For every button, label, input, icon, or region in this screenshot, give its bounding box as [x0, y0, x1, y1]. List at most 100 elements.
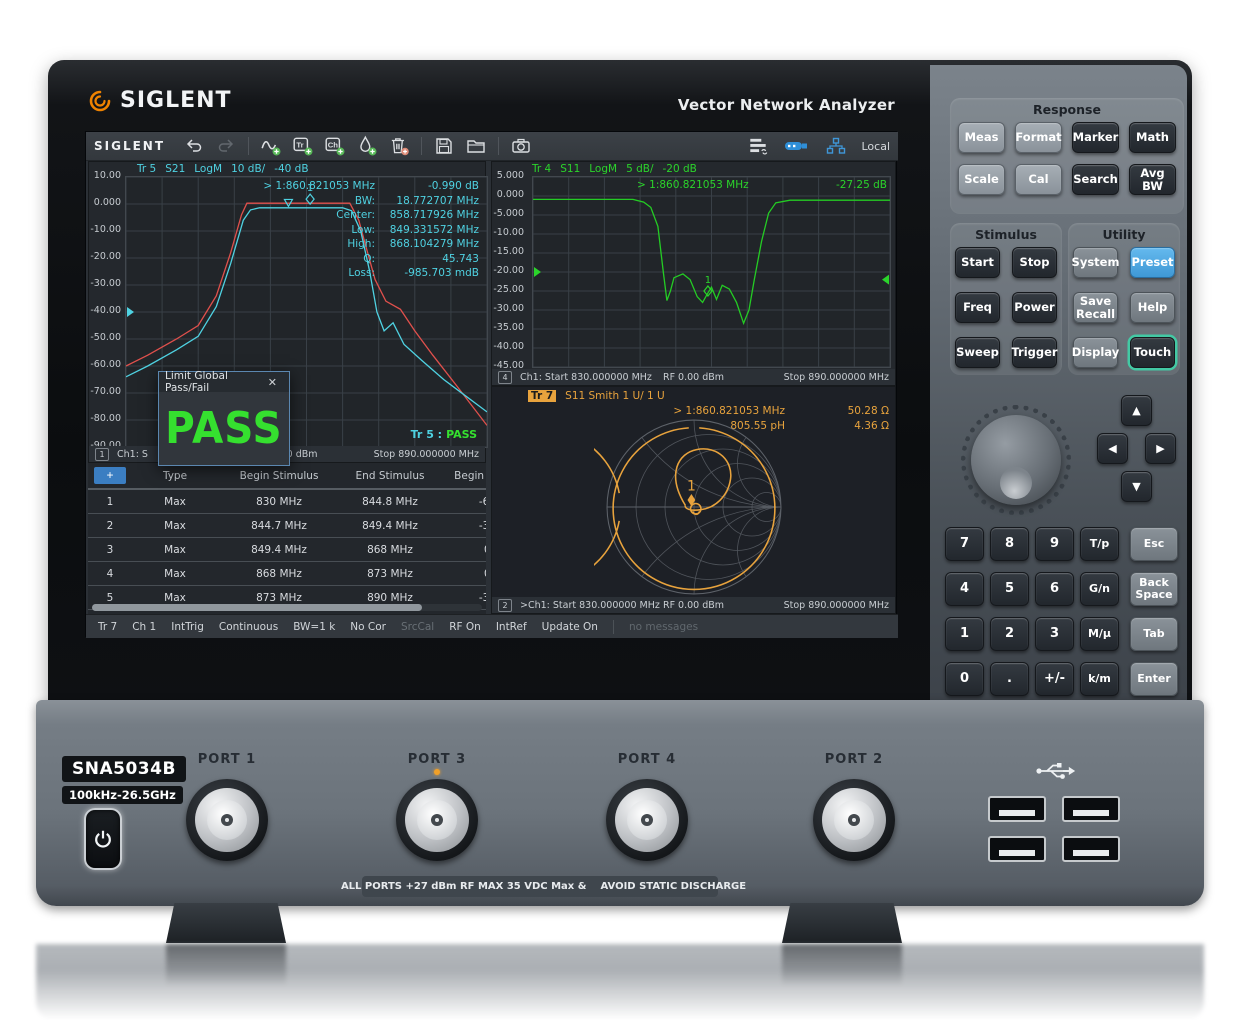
status-item: IntRef — [496, 621, 527, 633]
rf-power-label: RF 0.00 dBm — [663, 600, 724, 611]
save-icon[interactable] — [431, 134, 457, 158]
horizontal-scrollbar[interactable] — [92, 604, 482, 611]
utility-group: UtilitySystemPresetSave RecallHelpDispla… — [1068, 223, 1180, 375]
chart-s11-logmag[interactable]: Tr 4 S11 LogM 5 dB/ -20 dB 5.0000.000-5.… — [491, 161, 896, 386]
numpad-key--[interactable]: +/- — [1035, 662, 1074, 696]
arrow-down-key[interactable]: ▼ — [1121, 471, 1152, 502]
key-freq[interactable]: Freq — [955, 292, 1000, 323]
passfail-result: PASS — [165, 403, 282, 454]
table-row[interactable]: 2Max844.7 MHz849.4 MHz-30 dB — [88, 514, 486, 538]
key-sweep[interactable]: Sweep — [955, 337, 1000, 368]
key-tab[interactable]: Tab — [1130, 617, 1178, 651]
key-marker[interactable]: Marker — [1072, 122, 1119, 153]
numpad-key-1[interactable]: 1 — [945, 617, 984, 651]
status-items: Tr 7Ch 1IntTrigContinuousBW=1 kNo CorSrc… — [98, 621, 598, 633]
table-cell: -60 dB — [440, 496, 486, 508]
numpad-key-t-p[interactable]: T/p — [1080, 527, 1119, 561]
table-cell: Max — [132, 520, 218, 532]
front-panel: SNA5034B 100kHz-26.5GHz PORT 1PORT 3PORT… — [36, 700, 1204, 906]
numpad-key-3[interactable]: 3 — [1035, 617, 1074, 651]
numpad-key-2[interactable]: 2 — [990, 617, 1029, 651]
key-avg-bw[interactable]: Avg BW — [1129, 164, 1176, 195]
key-math[interactable]: Math — [1129, 122, 1176, 153]
table-row[interactable]: 1Max830 MHz844.8 MHz-60 dB — [88, 490, 486, 514]
key-system[interactable]: System — [1073, 247, 1118, 278]
limit-passfail-dialog[interactable]: Limit Global Pass/Fail ✕ PASS — [158, 371, 290, 466]
status-item: RF On — [449, 621, 481, 633]
start-freq-label: >Ch1: Start 830.000000 MHz — [520, 600, 660, 611]
trace-add-icon[interactable]: Tr — [290, 134, 316, 158]
table-row[interactable]: 3Max849.4 MHz868 MHz0 dB — [88, 538, 486, 562]
marker-add-icon[interactable] — [354, 134, 380, 158]
display-layout-icon[interactable] — [745, 134, 771, 158]
usb-icon — [1035, 760, 1077, 782]
marker-readout-row: Low:849.331572 MHz — [227, 223, 479, 238]
key-search[interactable]: Search — [1072, 164, 1119, 195]
table-cell: 0 dB — [440, 568, 486, 580]
key-preset[interactable]: Preset — [1130, 247, 1175, 278]
delete-icon[interactable] — [386, 134, 412, 158]
numpad-key-9[interactable]: 9 — [1035, 527, 1074, 561]
key-start[interactable]: Start — [955, 247, 1000, 278]
numpad-key-7[interactable]: 7 — [945, 527, 984, 561]
table-row[interactable]: 4Max868 MHz873 MHz0 dB — [88, 562, 486, 586]
key-power[interactable]: Power — [1012, 292, 1057, 323]
numpad-key-k-m[interactable]: k/m — [1080, 662, 1119, 696]
undo-icon[interactable] — [181, 134, 207, 158]
key-meas[interactable]: Meas — [958, 122, 1005, 153]
device-foot — [782, 903, 902, 943]
numpad-key-5[interactable]: 5 — [990, 572, 1029, 606]
chart2-plot[interactable]: 1 — [532, 176, 891, 368]
limit-table-header: + TypeBegin StimulusEnd StimulusBegin Re… — [88, 463, 486, 490]
smith-plot[interactable]: 1 — [594, 407, 794, 607]
rotary-knob[interactable] — [971, 415, 1061, 505]
toolbar: SIGLENT Tr Ch — [86, 132, 898, 161]
numpad-key-6[interactable]: 6 — [1035, 572, 1074, 606]
key-stop[interactable]: Stop — [1012, 247, 1057, 278]
key-display[interactable]: Display — [1073, 337, 1118, 368]
key-esc[interactable]: Esc — [1130, 527, 1178, 561]
key-help[interactable]: Help — [1130, 292, 1175, 323]
numpad-key-g-n[interactable]: G/n — [1080, 572, 1119, 606]
power-button[interactable] — [84, 808, 122, 870]
close-icon[interactable]: ✕ — [262, 375, 283, 390]
connector-pin — [852, 818, 856, 822]
port-port-1: PORT 1 — [162, 752, 292, 861]
key-touch[interactable]: Touch — [1130, 337, 1175, 368]
key-cal[interactable]: Cal — [1015, 164, 1062, 195]
add-segment-button[interactable]: + — [94, 467, 126, 484]
key-enter[interactable]: Enter — [1130, 662, 1178, 696]
marker-edge-arrow — [882, 275, 889, 285]
numpad-key--[interactable]: . — [990, 662, 1029, 696]
numpad-key-m-[interactable]: M/µ — [1080, 617, 1119, 651]
marker-label: Center: — [227, 208, 375, 223]
key-back-space[interactable]: Back Space — [1130, 572, 1178, 606]
smith-chart-panel[interactable]: Tr 7 S11 Smith 1 U/ 1 U > 1:860.821053 M… — [491, 386, 896, 614]
open-icon[interactable] — [463, 134, 489, 158]
screenshot-icon[interactable] — [508, 134, 534, 158]
channel-add-icon[interactable]: Ch — [322, 134, 348, 158]
numpad-key-0[interactable]: 0 — [945, 662, 984, 696]
key-format[interactable]: Format — [1015, 122, 1062, 153]
key-scale[interactable]: Scale — [958, 164, 1005, 195]
redo-icon[interactable] — [213, 134, 239, 158]
instrument-top: SIGLENT Vector Network Analyzer SIGLENT … — [48, 60, 1192, 705]
table-cell: 4 — [88, 568, 132, 580]
numpad-key-8[interactable]: 8 — [990, 527, 1029, 561]
knob-dimple — [1000, 467, 1032, 499]
smith-trace — [594, 428, 775, 590]
scale-label: 10 dB/ — [231, 163, 265, 175]
y-tick: -50.00 — [90, 332, 121, 343]
arrow-right-key[interactable]: ▶ — [1145, 433, 1176, 464]
chart2-marker-readout: > 1:860.821053 MHz -27.25 dB — [637, 179, 887, 191]
key-trigger[interactable]: Trigger — [1012, 337, 1057, 368]
knob-ring — [961, 405, 1071, 515]
group-label: Response — [950, 102, 1184, 117]
arrow-left-key[interactable]: ◀ — [1097, 433, 1128, 464]
numpad-key-4[interactable]: 4 — [945, 572, 984, 606]
arrow-up-key[interactable]: ▲ — [1121, 395, 1152, 426]
scrollbar-thumb[interactable] — [92, 604, 422, 611]
port-port-3: PORT 3 — [372, 752, 502, 861]
key-save-recall[interactable]: Save Recall — [1073, 292, 1118, 323]
measure-add-icon[interactable] — [258, 134, 284, 158]
